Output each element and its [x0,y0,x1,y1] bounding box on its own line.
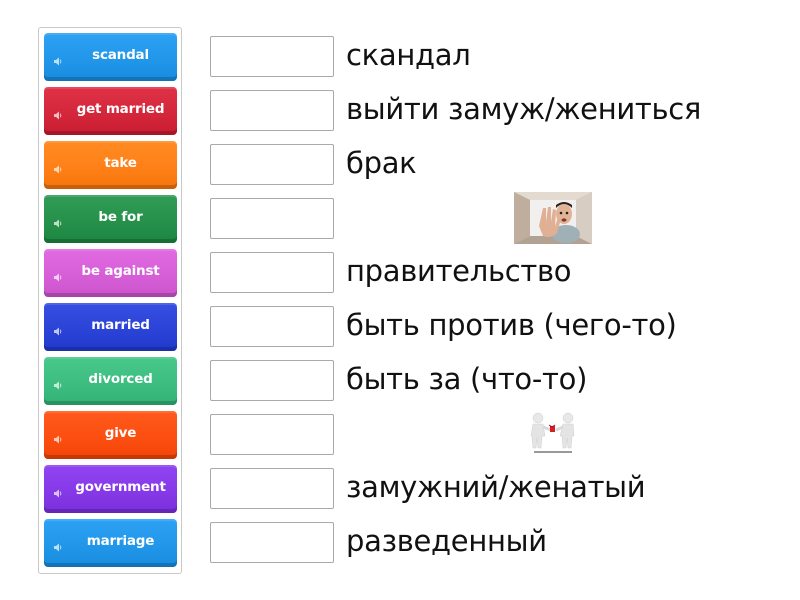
draggable-tile[interactable]: be against [44,249,177,297]
tile-label: get married [76,101,165,117]
drop-target-box[interactable] [210,144,334,185]
tile-label: give [104,425,137,441]
answer-text: быть за (что-то) [346,362,588,396]
drop-target-box[interactable] [210,306,334,347]
answer-text: скандал [346,38,471,72]
drop-target-box[interactable] [210,360,334,401]
speaker-icon[interactable] [53,376,63,390]
answer-text: брак [346,146,417,180]
two-figures-giving-gift-illustration [520,411,586,457]
speaker-icon[interactable] [53,214,63,228]
tile-label: take [104,155,137,171]
tile-label: divorced [88,371,153,387]
draggable-tile[interactable]: marriage [44,519,177,567]
speaker-icon[interactable] [53,160,63,174]
speaker-icon[interactable] [53,322,63,336]
draggable-tile[interactable]: scandal [44,33,177,81]
tile-label: marriage [86,533,155,549]
speaker-icon[interactable] [53,538,63,552]
man-reaching-out-of-box-photo [514,192,592,244]
draggable-tile[interactable]: be for [44,195,177,243]
answer-text: быть против (чего-то) [346,308,677,342]
draggable-tile[interactable]: government [44,465,177,513]
answer-text: замужний/женатый [346,470,646,504]
answer-text: правительство [346,254,572,288]
draggable-tile[interactable]: married [44,303,177,351]
tile-panel: scandal get married take be for be against ma… [38,27,182,574]
drop-target-box[interactable] [210,414,334,455]
tile-label: be for [98,209,143,225]
drop-target-box[interactable] [210,522,334,563]
speaker-icon[interactable] [53,484,63,498]
tile-label: married [91,317,150,333]
speaker-icon[interactable] [53,52,63,66]
tile-label: scandal [92,47,149,63]
tile-label: government [75,479,166,495]
answer-text: разведенный [346,524,547,558]
answer-text: выйти замуж/жениться [346,92,702,126]
draggable-tile[interactable]: give [44,411,177,459]
tile-label: be against [81,263,160,279]
drop-target-box[interactable] [210,468,334,509]
draggable-tile[interactable]: get married [44,87,177,135]
speaker-icon[interactable] [53,430,63,444]
drop-target-box[interactable] [210,90,334,131]
draggable-tile[interactable]: divorced [44,357,177,405]
speaker-icon[interactable] [53,106,63,120]
speaker-icon[interactable] [53,268,63,282]
drop-target-box[interactable] [210,252,334,293]
draggable-tile[interactable]: take [44,141,177,189]
drop-target-box[interactable] [210,198,334,239]
drop-target-box[interactable] [210,36,334,77]
